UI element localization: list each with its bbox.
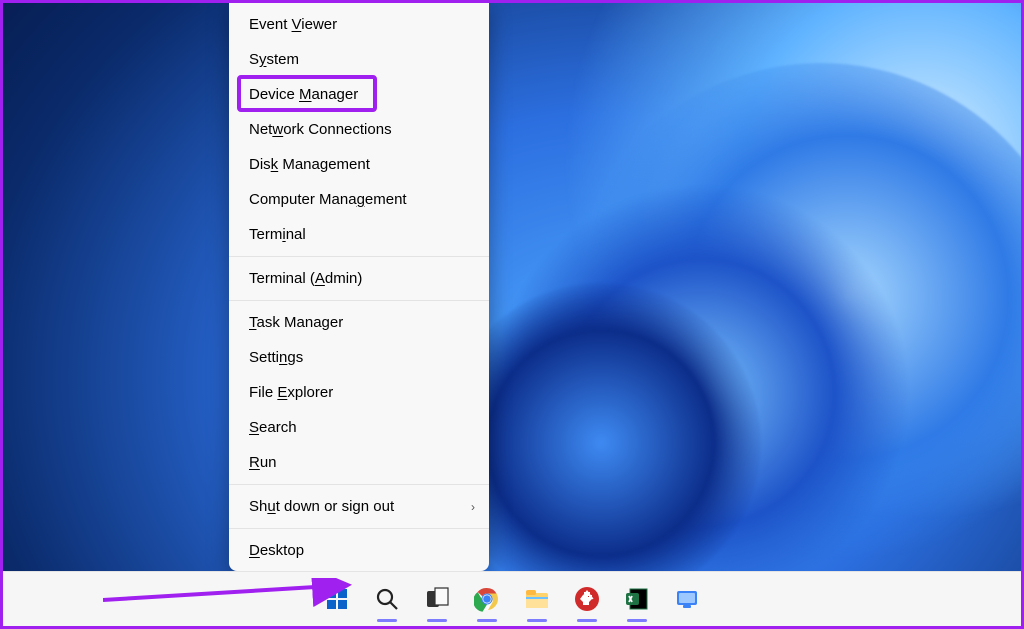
menu-item-task-manager[interactable]: Task Manager <box>229 305 489 340</box>
taskbar-active-indicator <box>527 619 547 622</box>
menu-item-accelerator: D <box>249 542 260 559</box>
menu-item-accelerator: A <box>315 270 325 287</box>
menu-item-text: Computer Mana <box>249 191 357 208</box>
menu-item-system[interactable]: System <box>229 42 489 77</box>
menu-item-desktop[interactable]: Desktop <box>229 533 489 568</box>
menu-item-file-explorer[interactable]: File Explorer <box>229 375 489 410</box>
taskbar-active-indicator <box>377 619 397 622</box>
menu-item-accelerator: S <box>249 419 259 436</box>
desktop-area: Event ViewerSystemDevice ManagerNetwork … <box>3 3 1021 626</box>
menu-item-text: stem <box>267 51 300 68</box>
menu-item-network-connections[interactable]: Network Connections <box>229 112 489 147</box>
chrome-icon[interactable] <box>473 585 501 613</box>
remote-desktop-icon[interactable] <box>673 585 701 613</box>
menu-item-device-manager[interactable]: Device Manager <box>229 77 489 112</box>
menu-item-search[interactable]: Search <box>229 410 489 445</box>
menu-item-text: anager <box>312 86 359 103</box>
menu-item-accelerator: u <box>267 498 275 515</box>
search-icon[interactable] <box>373 585 401 613</box>
menu-separator <box>229 484 489 485</box>
menu-item-text: Net <box>249 121 272 138</box>
menu-item-text: xplorer <box>287 384 333 401</box>
menu-item-event-viewer[interactable]: Event Viewer <box>229 7 489 42</box>
taskbar-active-indicator <box>427 619 447 622</box>
start-button[interactable] <box>323 585 351 613</box>
menu-item-text: ork Connections <box>283 121 391 138</box>
menu-item-text: nal <box>286 226 306 243</box>
menu-item-accelerator: R <box>249 454 260 471</box>
menu-item-computer-management[interactable]: Computer Management <box>229 182 489 217</box>
menu-item-text: iewer <box>301 16 337 33</box>
menu-item-accelerator: w <box>272 121 283 138</box>
taskbar-active-indicator <box>627 619 647 622</box>
menu-item-terminal[interactable]: Terminal <box>229 217 489 252</box>
menu-item-accelerator: E <box>277 384 287 401</box>
menu-item-text: Sh <box>249 498 267 515</box>
chevron-right-icon: › <box>471 500 475 514</box>
menu-item-text: gs <box>287 349 303 366</box>
menu-item-text: ask Manager <box>257 314 344 331</box>
file-explorer-icon[interactable] <box>523 585 551 613</box>
menu-item-text: Term <box>249 226 282 243</box>
menu-separator <box>229 256 489 257</box>
taskbar <box>3 571 1021 626</box>
menu-item-disk-management[interactable]: Disk Management <box>229 147 489 182</box>
menu-item-text: t down or sign out <box>276 498 394 515</box>
menu-item-text: S <box>249 51 259 68</box>
menu-item-terminal-admin[interactable]: Terminal (Admin) <box>229 261 489 296</box>
menu-item-settings[interactable]: Settings <box>229 340 489 375</box>
menu-item-accelerator: g <box>357 191 365 208</box>
menu-item-text: esktop <box>260 542 304 559</box>
excel-icon[interactable] <box>623 585 651 613</box>
menu-item-text: Terminal ( <box>249 270 315 287</box>
menu-separator <box>229 300 489 301</box>
menu-item-text: earch <box>259 419 297 436</box>
taskbar-active-indicator <box>477 619 497 622</box>
menu-item-accelerator: V <box>292 16 302 33</box>
menu-item-text: dmin) <box>325 270 363 287</box>
menu-item-shut-down-or-sign-out[interactable]: Shut down or sign out › <box>229 489 489 524</box>
task-view-icon[interactable] <box>423 585 451 613</box>
menu-item-text: Dis <box>249 156 271 173</box>
menu-item-text: Device <box>249 86 299 103</box>
menu-separator <box>229 528 489 529</box>
winx-context-menu[interactable]: Event ViewerSystemDevice ManagerNetwork … <box>229 3 489 571</box>
ccleaner-icon[interactable] <box>573 585 601 613</box>
menu-item-accelerator: y <box>259 51 267 68</box>
menu-item-run[interactable]: Run <box>229 445 489 480</box>
menu-item-accelerator: T <box>249 314 257 331</box>
taskbar-active-indicator <box>577 619 597 622</box>
menu-item-text: un <box>260 454 277 471</box>
menu-item-text: File <box>249 384 277 401</box>
menu-item-accelerator: M <box>299 86 312 103</box>
wallpaper-petal <box>441 283 761 603</box>
menu-item-text: ement <box>365 191 407 208</box>
menu-item-text: Setti <box>249 349 279 366</box>
menu-item-text: Management <box>278 156 370 173</box>
menu-item-text: Event <box>249 16 292 33</box>
